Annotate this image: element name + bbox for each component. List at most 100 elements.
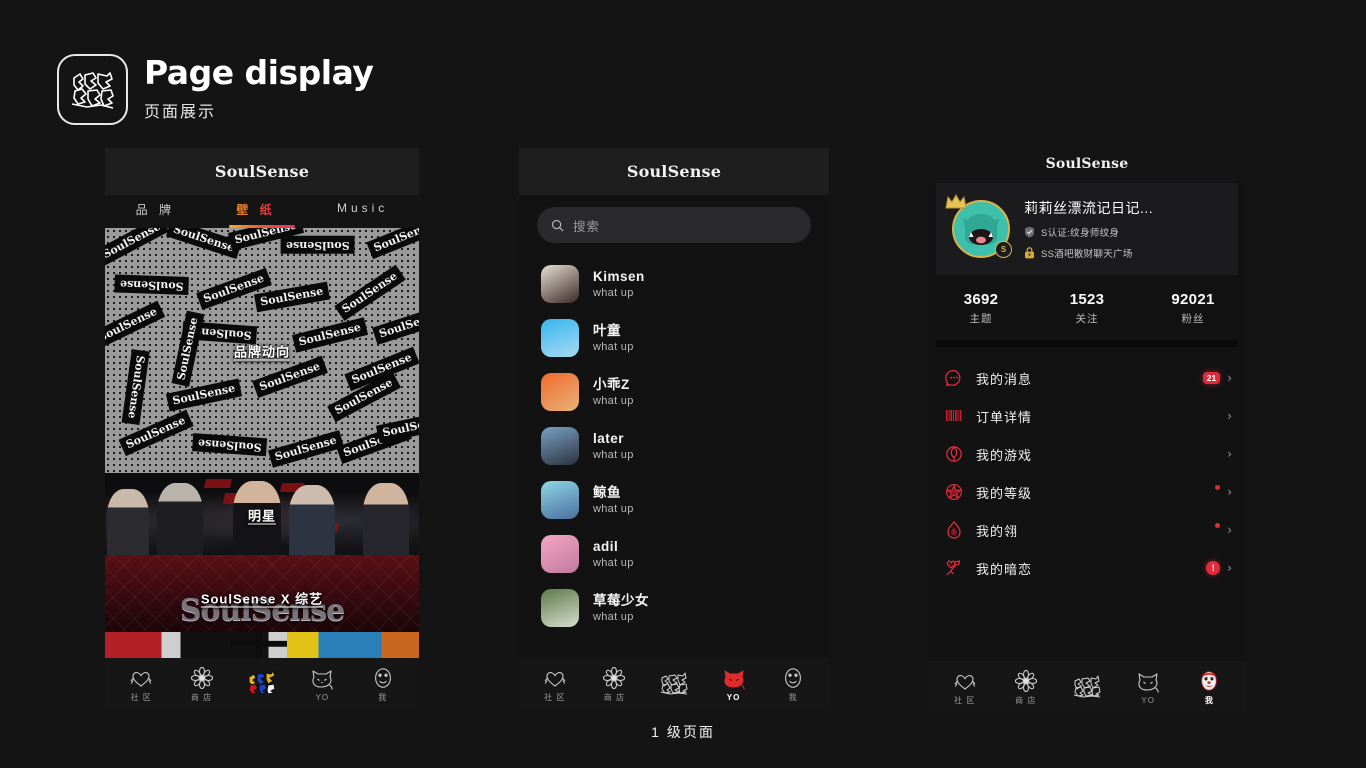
chat-list-item[interactable]: 小乖Z what up bbox=[541, 365, 829, 419]
page-header: Page display 页面展示 bbox=[57, 54, 374, 125]
soulsense-gothic-logo-icon bbox=[1073, 674, 1101, 698]
avatar-adil[interactable] bbox=[541, 535, 579, 573]
chat-list-item[interactable]: 叶童 what up bbox=[541, 311, 829, 365]
clown-mask-icon bbox=[1199, 668, 1219, 692]
nav-label: 商 店 bbox=[1015, 696, 1037, 705]
search-placeholder: 搜索 bbox=[573, 219, 601, 234]
phone-mockup-3: SoulSense S 莉莉丝漂流记日记... S认证:纹身师纹身 SS酒吧散财… bbox=[928, 145, 1246, 713]
level-badge: S bbox=[995, 241, 1012, 258]
heart-wings-icon bbox=[130, 665, 152, 689]
wallpaper-card-star[interactable]: 明星 SoulSense SoulSense X 综艺 bbox=[105, 473, 419, 658]
heart-wings-icon bbox=[544, 665, 566, 689]
chat-list-item[interactable]: Kimsen what up bbox=[541, 257, 829, 311]
avatar-jingyu[interactable] bbox=[541, 481, 579, 519]
nav-item-home[interactable] bbox=[652, 671, 696, 698]
soulsense-gothic-logo-icon bbox=[660, 671, 688, 695]
flower-icon bbox=[190, 665, 213, 689]
nav-label: 我 bbox=[378, 693, 388, 702]
phone1-header: SoulSense bbox=[105, 148, 419, 195]
avatar-xiaoguaiz[interactable] bbox=[541, 373, 579, 411]
phone3-header: SoulSense bbox=[928, 145, 1246, 183]
nav-item-me[interactable]: 我 bbox=[361, 665, 405, 703]
menu-item-trailing: › bbox=[1215, 523, 1232, 537]
menu-item-trailing: › bbox=[1215, 485, 1232, 499]
menu-item-1[interactable]: 订单详情 › bbox=[928, 397, 1246, 435]
menu-item-2[interactable]: 我的游戏 › bbox=[928, 435, 1246, 473]
chevron-right-icon: › bbox=[1227, 409, 1232, 423]
nav-item-shop[interactable]: 商 店 bbox=[180, 665, 224, 703]
phone-mockup-2: SoulSense 搜索 Kimsen what up 叶童 what up 小乖Z wh… bbox=[519, 148, 829, 710]
menu-item-label: 我的游戏 bbox=[976, 447, 1033, 463]
profile-stats: 3692 主题 1523 关注 92021 粉丝 bbox=[928, 275, 1246, 340]
stat-topics[interactable]: 3692 主题 bbox=[928, 291, 1034, 326]
soulsense-color-logo-icon bbox=[247, 670, 277, 695]
phone2-bottom-nav: 社 区 商 店 YO 我 bbox=[519, 658, 829, 710]
nav-item-home[interactable] bbox=[1065, 674, 1109, 701]
menu-item-3[interactable]: 我的等级 › bbox=[928, 473, 1246, 511]
stat-value: 3692 bbox=[963, 291, 999, 308]
nav-item-home[interactable] bbox=[240, 670, 284, 698]
chat-list-item[interactable]: 鲸鱼 what up bbox=[541, 473, 829, 527]
tab-brand[interactable]: 品 牌 bbox=[130, 201, 181, 218]
avatar-yetong[interactable] bbox=[541, 319, 579, 357]
nav-item-community[interactable]: 社 区 bbox=[533, 665, 577, 703]
devil-cat-icon bbox=[310, 666, 334, 690]
new-dot bbox=[1215, 523, 1221, 528]
color-stripe bbox=[105, 632, 419, 658]
nav-item-shop[interactable]: 商 店 bbox=[592, 665, 636, 703]
phone2-header: SoulSense bbox=[519, 148, 829, 195]
menu-item-0[interactable]: 我的消息 21 › bbox=[928, 359, 1246, 397]
nav-item-community[interactable]: 社 区 bbox=[119, 665, 163, 703]
new-dot bbox=[1215, 485, 1221, 490]
page-root: Page display 页面展示 SoulSense 品 牌 壁 纸 Musi… bbox=[0, 0, 1366, 768]
chat-message: what up bbox=[593, 394, 634, 407]
profile-tag-text: S认证:纹身师纹身 bbox=[1041, 228, 1120, 239]
nav-item-yo[interactable]: YO bbox=[300, 666, 344, 702]
soulsense-sticker: SoulSense bbox=[281, 236, 355, 254]
nav-label: 我 bbox=[1204, 696, 1214, 705]
avatar-kimsen[interactable] bbox=[541, 265, 579, 303]
phone3-bottom-nav: 社 区 商 店 YO 我 bbox=[928, 661, 1246, 713]
nav-item-me[interactable]: 我 bbox=[1187, 668, 1231, 706]
nav-item-community[interactable]: 社 区 bbox=[943, 668, 987, 706]
avatar-caomeishaonv[interactable] bbox=[541, 589, 579, 627]
search-area: 搜索 bbox=[519, 195, 829, 253]
tab-wallpaper[interactable]: 壁 纸 bbox=[230, 201, 281, 218]
heart-wings-icon bbox=[954, 668, 976, 692]
star-card-overlay-label: 明星 bbox=[247, 508, 276, 524]
chat-message: what up bbox=[593, 556, 634, 569]
tab-music[interactable]: Music bbox=[331, 201, 394, 215]
wallpaper-card-brand[interactable]: SoulSense SoulSense SoulSense SoulSense Soul… bbox=[105, 228, 419, 473]
chat-list-item[interactable]: later what up bbox=[541, 419, 829, 473]
menu-item-5[interactable]: 我的暗恋! › bbox=[928, 549, 1246, 587]
chat-name: 小乖Z bbox=[593, 377, 630, 393]
green-cat-avatar[interactable]: S bbox=[945, 193, 1012, 258]
nav-label: 社 区 bbox=[544, 693, 566, 702]
stat-followers[interactable]: 92021 粉丝 bbox=[1140, 291, 1246, 326]
chat-list: Kimsen what up 叶童 what up 小乖Z what up later wha… bbox=[519, 253, 829, 635]
stat-label: 粉丝 bbox=[1181, 313, 1205, 325]
stat-following[interactable]: 1523 关注 bbox=[1034, 291, 1140, 326]
nav-item-yo[interactable]: YO bbox=[712, 666, 756, 702]
profile-card[interactable]: S 莉莉丝漂流记日记... S认证:纹身师纹身 SS酒吧散财聊天广场 bbox=[936, 183, 1238, 275]
chat-list-item[interactable]: adil what up bbox=[541, 527, 829, 581]
profile-tag-bar: SS酒吧散财聊天广场 bbox=[1024, 246, 1222, 260]
nav-item-me[interactable]: 我 bbox=[771, 665, 815, 703]
menu-item-4[interactable]: 我的翎 › bbox=[928, 511, 1246, 549]
profile-tag-text: SS酒吧散财聊天广场 bbox=[1041, 249, 1133, 260]
menu-item-trailing: 21 › bbox=[1202, 371, 1232, 385]
nav-item-yo[interactable]: YO bbox=[1126, 669, 1170, 705]
avatar-later[interactable] bbox=[541, 427, 579, 465]
section-divider bbox=[936, 340, 1238, 347]
chat-list-item[interactable]: 草莓少女 what up bbox=[541, 581, 829, 635]
nav-label: 社 区 bbox=[130, 693, 152, 702]
nav-item-shop[interactable]: 商 店 bbox=[1004, 668, 1048, 706]
menu-item-label: 订单详情 bbox=[976, 409, 1033, 425]
clown-mask-icon bbox=[783, 665, 803, 689]
soulsense-sticker: SoulSense bbox=[114, 274, 189, 296]
search-input[interactable]: 搜索 bbox=[537, 207, 811, 243]
cat-face-icon bbox=[963, 214, 999, 245]
phone-mockup-1: SoulSense 品 牌 壁 纸 Music SoulSense SoulSen… bbox=[105, 148, 419, 710]
brandmark: SoulSense bbox=[214, 162, 310, 181]
brandmark: SoulSense bbox=[626, 162, 722, 181]
